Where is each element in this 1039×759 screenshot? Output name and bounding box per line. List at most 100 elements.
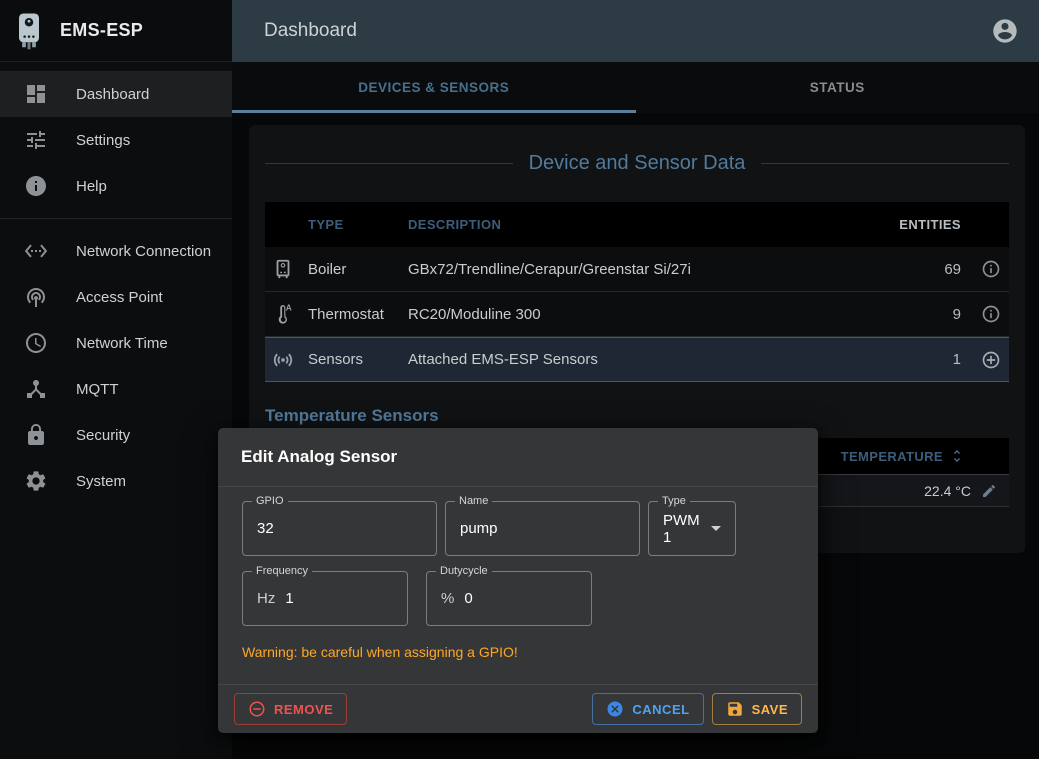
name-field-label: Name: [455, 495, 492, 508]
column-entities: ENTITIES: [861, 217, 961, 232]
type-select-label: Type: [658, 495, 690, 508]
sidebar-item-help[interactable]: Help: [0, 163, 232, 209]
column-temperature-label: TEMPERATURE: [841, 449, 943, 464]
add-circle-icon[interactable]: [981, 350, 1001, 370]
type-select[interactable]: Type PWM 1: [648, 501, 736, 556]
dialog-title: Edit Analog Sensor: [218, 428, 818, 487]
tab-bar: DEVICES & SENSORS STATUS: [232, 62, 1039, 113]
sidebar-item-label: Help: [76, 178, 107, 195]
info-outline-icon[interactable]: [981, 304, 1001, 324]
dutycycle-field-value: 0: [464, 590, 472, 607]
active-tab-indicator: [232, 110, 636, 113]
edit-analog-sensor-dialog: Edit Analog Sensor GPIO 32 Name pump Typ…: [218, 428, 818, 733]
device-table-header: TYPE DESCRIPTION ENTITIES: [265, 202, 1009, 247]
cancel-button[interactable]: CANCEL: [592, 693, 703, 725]
dialog-footer: REMOVE CANCEL SAVE: [218, 684, 818, 733]
sidebar-item-label: Security: [76, 427, 130, 444]
app-title: EMS-ESP: [60, 20, 143, 41]
save-icon: [726, 700, 744, 718]
sidebar-nav: Dashboard Settings Help Network Connecti…: [0, 62, 232, 504]
sidebar-item-label: Network Time: [76, 335, 168, 352]
dutycycle-field-label: Dutycycle: [436, 565, 492, 578]
sidebar-item-dashboard[interactable]: Dashboard: [0, 71, 232, 117]
heading-rule-right: [761, 163, 1009, 164]
tab-label: DEVICES & SENSORS: [358, 80, 509, 95]
chevron-down-icon: [711, 526, 721, 531]
remove-button[interactable]: REMOVE: [234, 693, 347, 725]
sidebar-item-security[interactable]: Security: [0, 412, 232, 458]
sidebar-item-network-connection[interactable]: Network Connection: [0, 228, 232, 274]
sidebar-item-mqtt[interactable]: MQTT: [0, 366, 232, 412]
remove-button-label: REMOVE: [274, 702, 333, 717]
device-description: GBx72/Trendline/Cerapur/Greenstar Si/27i: [408, 261, 861, 278]
svg-text:A: A: [286, 303, 292, 312]
app-bar: Dashboard: [232, 0, 1039, 62]
account-circle-icon[interactable]: [991, 17, 1019, 45]
tab-label: STATUS: [810, 80, 865, 95]
sidebar-item-access-point[interactable]: Access Point: [0, 274, 232, 320]
dutycycle-field[interactable]: Dutycycle % 0: [426, 571, 592, 626]
temperature-section-title: Temperature Sensors: [265, 406, 1009, 426]
edit-pencil-icon[interactable]: [981, 483, 997, 499]
gpio-field-label: GPIO: [252, 495, 288, 508]
sidebar-header: EMS-ESP: [0, 0, 232, 62]
gpio-field-value: 32: [257, 520, 274, 537]
sidebar-item-label: Network Connection: [76, 243, 211, 260]
sensors-icon: [272, 349, 294, 371]
sidebar-item-system[interactable]: System: [0, 458, 232, 504]
device-entities: 1: [861, 351, 961, 368]
remove-circle-icon: [248, 700, 266, 718]
table-row-boiler[interactable]: Boiler GBx72/Trendline/Cerapur/Greenstar…: [265, 247, 1009, 292]
device-entities: 9: [861, 306, 961, 323]
save-button[interactable]: SAVE: [712, 693, 802, 725]
device-description: Attached EMS-ESP Sensors: [408, 351, 861, 368]
gpio-warning-text: Warning: be careful when assigning a GPI…: [242, 644, 794, 660]
info-icon: [24, 174, 48, 198]
column-temperature[interactable]: TEMPERATURE: [841, 448, 1009, 464]
page-title: Dashboard: [264, 20, 991, 42]
sidebar-item-label: System: [76, 473, 126, 490]
tab-devices-sensors[interactable]: DEVICES & SENSORS: [232, 62, 636, 113]
sidebar-item-label: Settings: [76, 132, 130, 149]
tab-status[interactable]: STATUS: [636, 62, 1039, 113]
column-type: TYPE: [265, 217, 408, 232]
cancel-button-label: CANCEL: [632, 702, 689, 717]
sidebar: EMS-ESP Dashboard Settings Help Networ: [0, 0, 232, 759]
wifi-tethering-icon: [24, 285, 48, 309]
tune-icon: [24, 128, 48, 152]
sidebar-item-network-time[interactable]: Network Time: [0, 320, 232, 366]
type-select-value: PWM 1: [663, 512, 703, 546]
column-description: DESCRIPTION: [408, 217, 861, 232]
device-description: RC20/Moduline 300: [408, 306, 861, 323]
temperature-value: 22.4 °C: [924, 483, 971, 499]
ethernet-icon: [24, 239, 48, 263]
device-type: Thermostat: [308, 306, 384, 323]
boiler-icon: [272, 258, 294, 280]
table-row-sensors[interactable]: Sensors Attached EMS-ESP Sensors 1: [265, 337, 1009, 382]
frequency-field-label: Frequency: [252, 565, 312, 578]
name-field[interactable]: Name pump: [445, 501, 640, 556]
table-row-thermostat[interactable]: A Thermostat RC20/Moduline 300 9: [265, 292, 1009, 337]
app-logo-boiler-icon: [14, 12, 44, 50]
gpio-field[interactable]: GPIO 32: [242, 501, 437, 556]
save-button-label: SAVE: [752, 702, 788, 717]
sidebar-divider: [0, 218, 232, 219]
device-type: Boiler: [308, 261, 346, 278]
sidebar-item-label: Access Point: [76, 289, 163, 306]
device-hub-icon: [24, 377, 48, 401]
name-field-value: pump: [460, 520, 498, 537]
dashboard-icon: [24, 82, 48, 106]
cancel-icon: [606, 700, 624, 718]
dutycycle-unit-prefix: %: [441, 590, 454, 607]
device-entities: 69: [861, 261, 961, 278]
sidebar-item-label: Dashboard: [76, 86, 149, 103]
sidebar-item-label: MQTT: [76, 381, 119, 398]
info-outline-icon[interactable]: [981, 259, 1001, 279]
frequency-field[interactable]: Frequency Hz 1: [242, 571, 408, 626]
frequency-unit-prefix: Hz: [257, 590, 275, 607]
gear-icon: [24, 469, 48, 493]
sidebar-item-settings[interactable]: Settings: [0, 117, 232, 163]
heading-rule-left: [265, 163, 513, 164]
section-heading: Device and Sensor Data: [265, 149, 1009, 177]
lock-icon: [24, 423, 48, 447]
